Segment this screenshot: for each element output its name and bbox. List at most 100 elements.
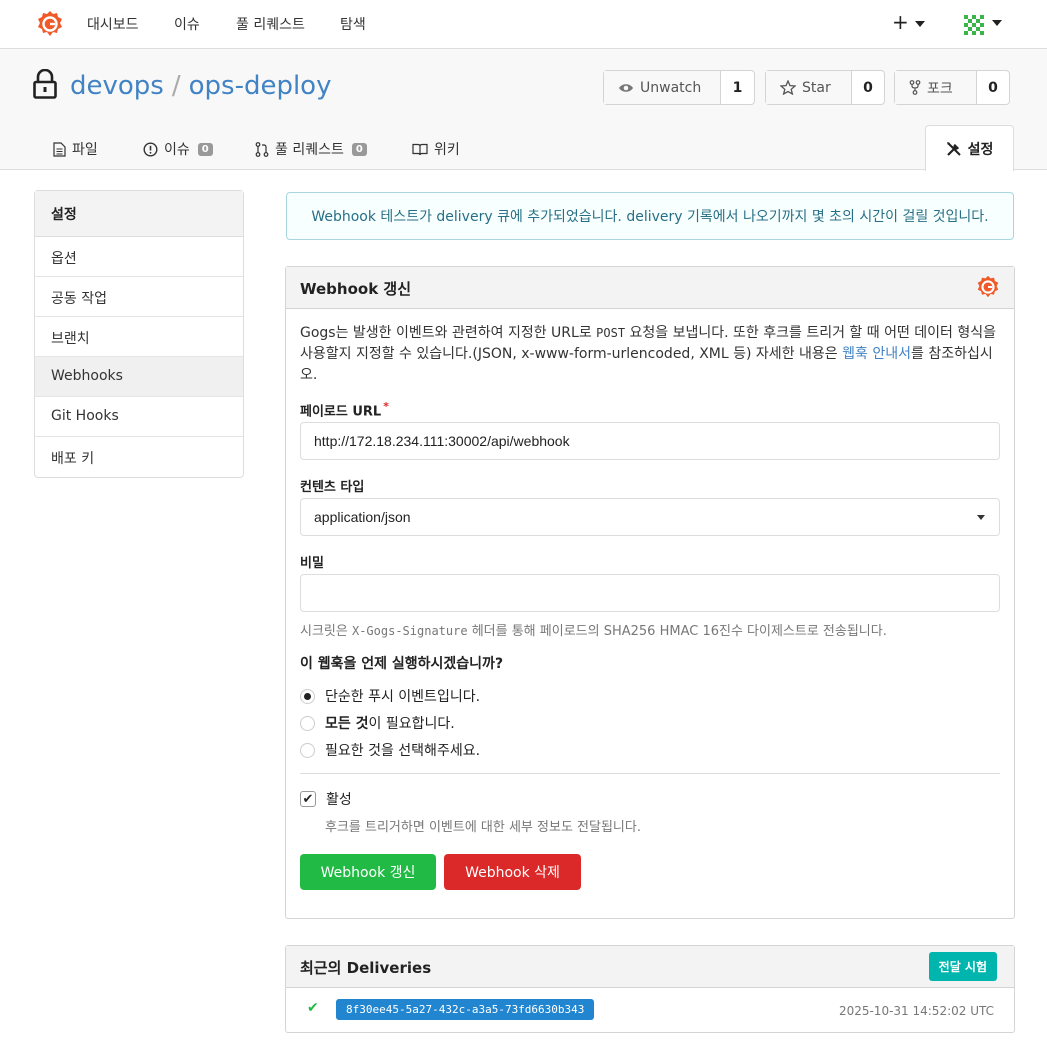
payload-url-label-text: 페이로드 URL [300,404,382,420]
webhook-form-panel: Webhook 갱신 Gogs는 발생한 이벤트와 관련하여 지정한 URL로 … [285,266,1015,919]
eye-icon [619,83,633,92]
test-delivery-button[interactable]: 전달 시험 [928,952,997,981]
star-count[interactable]: 0 [852,71,884,104]
secret-label: 비밀 [300,556,324,571]
flash-info-message: Webhook 테스트가 delivery 큐에 추가되었습니다. delive… [286,192,1014,240]
radio-checked-icon [300,688,315,704]
pull-request-icon [255,141,269,157]
sidebar-header: 설정 [35,191,243,237]
fork-button[interactable]: 포크 [895,71,977,104]
tab-settings-label: 설정 [967,141,994,158]
update-webhook-button[interactable]: Webhook 갱신 [300,854,436,890]
radio-push-only[interactable]: 단순한 푸시 이벤트입니다. [300,686,480,706]
watch-button-group: Unwatch 1 [603,70,755,105]
webhook-guide-link[interactable]: 웹훅 안내서 [842,346,911,362]
content-type-value: application/json [314,509,411,525]
secret-help-text: 시크릿은 X-Gogs-Signature 헤더를 통해 페이로드의 SHA25… [300,620,887,639]
desc-code-post: POST [596,326,626,340]
user-avatar[interactable] [961,12,987,38]
nav-issues[interactable]: 이슈 [174,14,200,34]
radio-push-only-label: 단순한 푸시 이벤트입니다. [325,689,481,705]
tab-pulls[interactable]: 풀 리퀘스트 0 [255,139,367,159]
pulls-count-badge: 0 [351,142,367,156]
nav-dashboard[interactable]: 대시보드 [87,14,139,34]
payload-url-label: 페이로드 URL * [300,400,389,419]
radio-choose-events[interactable]: 필요한 것을 선택해주세요. [300,740,480,760]
form-divider [300,773,1000,774]
payload-url-input[interactable]: http://172.18.234.111:30002/api/webhook [300,422,1000,460]
top-navbar: 대시보드 이슈 풀 리퀘스트 탐색 + [0,0,1047,49]
radio-send-everything[interactable]: 모든 것이 필요합니다. [300,713,455,733]
watch-button[interactable]: Unwatch [604,71,721,104]
required-mark: * [383,400,389,413]
repo-tabs: 파일 이슈 0 풀 리퀘스트 0 위키 설정 [0,125,1047,171]
radio-everything-bold: 모든 것 [325,716,369,732]
tab-issues-label: 이슈 [164,142,190,158]
plus-icon: + [892,10,909,34]
active-help-text: 후크를 트리거하면 이벤트에 대한 세부 정보도 전달됩니다. [325,820,641,835]
panel-title: Webhook 갱신 [300,280,412,298]
repo-name-link[interactable]: ops-deploy [189,71,332,101]
tab-wiki[interactable]: 위키 [412,139,460,159]
radio-unchecked-icon [300,742,315,758]
deliveries-header: 최근의 Deliveries 전달 시험 [286,946,1014,988]
gogs-webhook-type-icon [977,275,999,298]
chevron-down-icon [915,20,926,27]
create-menu-button[interactable]: + [892,10,926,34]
sidebar-item-branches[interactable]: 브랜치 [35,317,243,357]
active-checkbox-label: 활성 [326,792,352,808]
gogs-logo-icon[interactable] [36,10,64,38]
tab-wiki-label: 위키 [434,142,460,158]
fork-count[interactable]: 0 [977,71,1009,104]
secret-help-2: 헤더를 통해 페이로드의 SHA256 HMAC 16진수 다이제스트로 전송됩… [467,624,887,639]
deliveries-title: 최근의 Deliveries [300,959,432,977]
tab-pulls-label: 풀 리퀘스트 [275,142,344,158]
events-question: 이 웹훅을 언제 실행하시겠습니까? [300,656,504,672]
sidebar-item-git-hooks[interactable]: Git Hooks [35,397,243,437]
sidebar-item-collaboration[interactable]: 공동 작업 [35,277,243,317]
sidebar-item-webhooks[interactable]: Webhooks [35,357,243,397]
repo-owner-link[interactable]: devops [70,71,164,101]
fork-label: 포크 [927,80,953,97]
secret-input[interactable] [300,574,1000,612]
tab-settings[interactable]: 설정 [925,125,1014,171]
radio-everything-rest: 이 필요합니다. [368,716,455,732]
watch-label: Unwatch [640,79,702,96]
avatar-chevron-down-icon[interactable] [992,20,1002,26]
repo-title-separator: / [171,71,181,101]
fork-button-group: 포크 0 [894,70,1010,105]
sidebar-item-options[interactable]: 옵션 [35,237,243,277]
tab-files-label: 파일 [72,142,98,158]
radio-send-everything-label: 모든 것이 필요합니다. [325,713,455,733]
nav-pulls[interactable]: 풀 리퀘스트 [236,14,305,34]
delete-webhook-button[interactable]: Webhook 삭제 [444,854,581,890]
star-label: Star [802,79,831,96]
sidebar-item-deploy-keys[interactable]: 배포 키 [35,437,243,477]
fork-icon [909,80,921,95]
repo-header: devops / ops-deploy Unwatch 1 Star 0 포크 0 … [0,49,1047,171]
secret-help-code: X-Gogs-Signature [351,624,468,638]
issue-icon [143,141,158,157]
watch-count[interactable]: 1 [721,71,754,104]
secret-help-1: 시크릿은 [300,624,352,639]
recent-deliveries-panel: 최근의 Deliveries 전달 시험 ✔ 8f30ee45-5a27-432… [285,945,1015,1033]
webhook-description: Gogs는 발생한 이벤트와 관련하여 지정한 URL로 POST 요청을 보냅… [300,323,1000,386]
nav-explore[interactable]: 탐색 [340,14,366,34]
book-icon [412,143,428,155]
panel-header: Webhook 갱신 [286,267,1014,309]
radio-unchecked-icon [300,715,315,731]
star-button[interactable]: Star [766,71,852,104]
lock-icon [33,69,57,99]
star-button-group: Star 0 [765,70,885,105]
delivery-uuid-toggle[interactable]: 8f30ee45-5a27-432c-a3a5-73fd6630b343 [336,999,595,1020]
active-checkbox[interactable]: ✔ 활성 [300,789,352,809]
desc-text-1: Gogs는 발생한 이벤트와 관련하여 지정한 URL로 [300,325,597,341]
dropdown-caret-icon [977,515,985,520]
content-type-label: 컨텐츠 타입 [300,480,365,495]
tab-issues[interactable]: 이슈 0 [143,139,213,159]
success-check-icon: ✔ [307,1000,319,1016]
tab-files[interactable]: 파일 [53,139,98,159]
content-type-select[interactable]: application/json [300,498,1000,536]
issues-count-badge: 0 [197,142,213,156]
file-icon [53,141,66,157]
